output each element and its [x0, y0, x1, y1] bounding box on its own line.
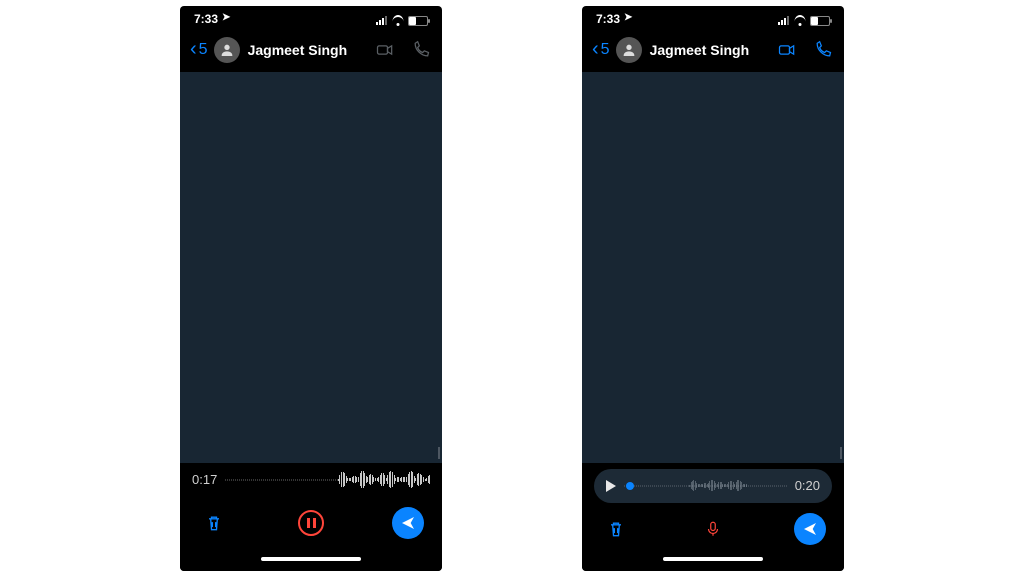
waveform[interactable]	[225, 470, 430, 490]
wifi-icon	[391, 16, 404, 26]
recording-actions	[180, 497, 442, 549]
play-button[interactable]	[606, 480, 616, 492]
video-icon	[777, 40, 797, 60]
chevron-left-icon: ‹	[592, 39, 599, 59]
person-icon	[219, 42, 235, 58]
phone-icon	[411, 40, 431, 60]
back-button[interactable]: ‹ 5	[190, 40, 208, 60]
person-icon	[621, 42, 637, 58]
delete-recording-button[interactable]	[198, 507, 230, 539]
pause-recording-button[interactable]	[298, 510, 324, 536]
avatar[interactable]	[214, 37, 240, 63]
voice-call-button[interactable]	[812, 39, 834, 61]
wifi-icon	[793, 16, 806, 26]
battery-icon	[810, 16, 830, 26]
delete-recording-button[interactable]	[600, 513, 632, 545]
send-icon	[400, 515, 416, 531]
status-time: 7:33	[194, 12, 218, 26]
mic-icon	[704, 518, 722, 540]
send-icon	[802, 521, 818, 537]
voice-review-panel: 0:20	[582, 463, 844, 555]
playback-pill: 0:20	[594, 469, 832, 503]
trash-icon	[204, 513, 224, 533]
back-button[interactable]: ‹ 5	[592, 40, 610, 60]
phone-icon	[813, 40, 833, 60]
cellular-signal-icon	[376, 16, 387, 25]
home-indicator[interactable]	[180, 555, 442, 571]
playhead-thumb[interactable]	[626, 482, 634, 490]
send-voice-button[interactable]	[794, 513, 826, 545]
location-arrow-icon: ➤	[222, 12, 230, 23]
battery-icon	[408, 16, 428, 26]
status-time: 7:33	[596, 12, 620, 26]
chat-header: ‹ 5 Jagmeet Singh	[582, 28, 844, 72]
recording-timer: 0:17	[192, 472, 217, 487]
pause-icon	[307, 518, 310, 528]
home-indicator[interactable]	[582, 555, 844, 571]
status-bar: 7:33 ➤	[180, 6, 442, 28]
chat-body[interactable]	[582, 72, 844, 463]
back-count: 5	[601, 41, 610, 59]
recording-actions	[582, 503, 844, 555]
cellular-signal-icon	[778, 16, 789, 25]
phone-right: 7:33 ➤ ‹ 5 Jagmeet Singh	[582, 6, 844, 571]
status-bar: 7:33 ➤	[582, 6, 844, 28]
recording-duration: 0:20	[795, 478, 820, 493]
location-arrow-icon: ➤	[624, 12, 632, 23]
phone-left: 7:33 ➤ ‹ 5 Jagmeet Singh 0:17	[180, 6, 442, 571]
contact-name[interactable]: Jagmeet Singh	[248, 42, 360, 58]
resume-recording-button[interactable]	[697, 513, 729, 545]
send-voice-button[interactable]	[392, 507, 424, 539]
voice-record-panel: 0:17	[180, 463, 442, 555]
contact-name[interactable]: Jagmeet Singh	[650, 42, 762, 58]
trash-icon	[606, 519, 626, 539]
video-call-button[interactable]	[374, 39, 396, 61]
avatar[interactable]	[616, 37, 642, 63]
chat-body[interactable]	[180, 72, 442, 463]
chevron-left-icon: ‹	[190, 39, 197, 59]
video-call-button[interactable]	[776, 39, 798, 61]
back-count: 5	[199, 41, 208, 59]
recording-row: 0:17	[180, 463, 442, 497]
chat-header: ‹ 5 Jagmeet Singh	[180, 28, 442, 72]
playback-track[interactable]	[624, 476, 787, 496]
voice-call-button[interactable]	[410, 39, 432, 61]
video-icon	[375, 40, 395, 60]
